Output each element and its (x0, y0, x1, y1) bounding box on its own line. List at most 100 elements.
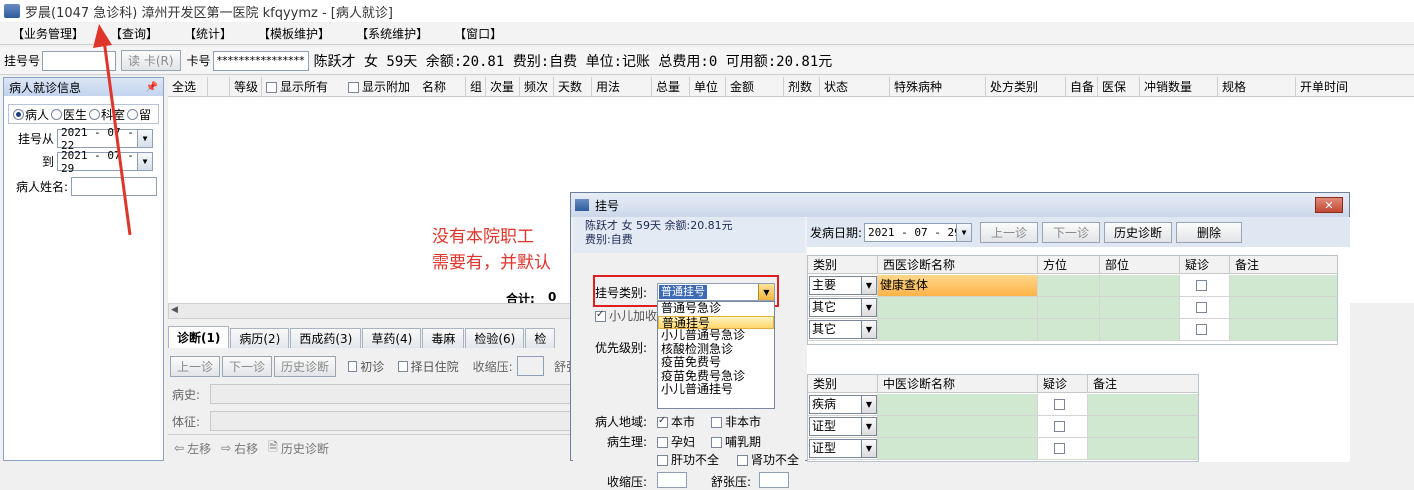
read-card-button[interactable]: 读 卡(R) (121, 50, 181, 71)
table-row[interactable]: 疾病 ▼ (808, 394, 1198, 416)
cd-cell-category[interactable]: 证型 ▼ (808, 438, 878, 460)
scroll-left-icon[interactable]: ◀ (171, 305, 178, 315)
menu-template[interactable]: 【模板维护】 (258, 25, 330, 42)
patient-name-input[interactable] (71, 177, 157, 196)
systolic-input[interactable] (516, 356, 544, 376)
pin-icon[interactable]: 📌 (146, 82, 158, 93)
menu-window[interactable]: 【窗口】 (454, 25, 502, 42)
arrow-right-icon[interactable]: ⇨ (221, 441, 231, 455)
bottom-history-button[interactable]: 历史诊断 (281, 440, 329, 457)
menu-business[interactable]: 【业务管理】 (12, 25, 84, 42)
wd-cell-name[interactable]: 健康查体 (878, 275, 1038, 297)
card-number-input[interactable]: **************** (212, 50, 309, 71)
child-extra-checkbox[interactable] (595, 309, 606, 322)
close-icon[interactable]: ✕ (1315, 197, 1343, 213)
cd-cell-category[interactable]: 疾病 ▼ (808, 394, 878, 416)
wd-cell-suspected[interactable] (1180, 319, 1230, 341)
chevron-down-icon[interactable]: ▼ (861, 299, 876, 316)
wd-cell-category[interactable]: 其它 ▼ (808, 297, 878, 319)
table-row[interactable]: 主要 ▼ 健康查体 (808, 275, 1337, 297)
wd-category-select[interactable]: 其它 ▼ (809, 298, 877, 317)
cd-cell-remark[interactable] (1088, 438, 1198, 460)
cd-cell-name[interactable] (878, 438, 1038, 460)
cd-cell-name[interactable] (878, 416, 1038, 438)
wd-cell-remark[interactable] (1230, 275, 1337, 297)
dialog-systolic-input[interactable] (657, 472, 687, 488)
wd-cell-position[interactable] (1038, 297, 1100, 319)
option-child-regular[interactable]: 小儿普通挂号 (658, 382, 774, 397)
cd-cell-name[interactable] (878, 394, 1038, 416)
history-doc-icon[interactable]: 🗎 (268, 438, 278, 459)
tab-herbal[interactable]: 草药(4) (362, 328, 422, 348)
cd-cell-category[interactable]: 证型 ▼ (808, 416, 878, 438)
wd-cell-remark[interactable] (1230, 297, 1337, 319)
table-row[interactable]: 证型 ▼ (808, 416, 1198, 438)
child-extra-toggle[interactable]: 小儿加收 (595, 307, 657, 324)
local-toggle[interactable]: 本市 (657, 413, 695, 430)
menu-query[interactable]: 【查询】 (110, 25, 158, 42)
lactation-toggle[interactable]: 哺乳期 (711, 433, 761, 450)
tab-diagnosis[interactable]: 诊断(1) (168, 326, 230, 348)
chevron-down-icon[interactable]: ▼ (956, 223, 972, 241)
cd-cell-suspected[interactable] (1038, 394, 1088, 416)
option-vaccine-free-emergency[interactable]: 疫苗免费号急诊 (658, 369, 774, 384)
tab-exam[interactable]: 检 (525, 328, 556, 348)
radio-stay[interactable] (127, 108, 139, 120)
dialog-delete-button[interactable]: 删除 (1176, 221, 1243, 243)
kidney-toggle[interactable]: 肾功不全 (737, 451, 799, 468)
pregnant-toggle[interactable]: 孕妇 (657, 433, 695, 450)
schedule-admission-checkbox[interactable] (398, 360, 408, 372)
sign-input[interactable] (210, 411, 578, 431)
onset-date-picker[interactable]: 2021 - 07 - 29 ▼ (864, 222, 973, 242)
arrow-left-icon[interactable]: ⇦ (174, 441, 184, 455)
from-date-picker[interactable]: 2021 - 07 - 22 ▼ (57, 126, 153, 152)
wd-cell-name[interactable] (878, 319, 1038, 341)
wd-cell-site[interactable] (1100, 275, 1180, 297)
move-right-button[interactable]: 右移 (234, 440, 258, 457)
cd-suspected-checkbox[interactable] (1054, 399, 1065, 410)
first-visit-checkbox[interactable] (348, 360, 358, 372)
cd-cell-remark[interactable] (1088, 394, 1198, 416)
col-select-all[interactable]: 全选 (168, 77, 208, 97)
option-regular[interactable]: 普通挂号 (658, 315, 774, 329)
menu-statistics[interactable]: 【统计】 (184, 25, 232, 42)
cd-category-select[interactable]: 证型 ▼ (809, 439, 877, 458)
pregnant-checkbox[interactable] (657, 437, 668, 448)
table-row[interactable]: 其它 ▼ (808, 319, 1337, 341)
wd-cell-remark[interactable] (1230, 319, 1337, 341)
cd-cell-remark[interactable] (1088, 416, 1198, 438)
chevron-down-icon[interactable]: ▼ (861, 277, 876, 294)
chevron-down-icon[interactable]: ▼ (137, 130, 152, 147)
nonlocal-checkbox[interactable] (711, 417, 722, 428)
reg-type-select[interactable]: 普通挂号 ▼ (657, 283, 775, 301)
to-date-picker[interactable]: 2021 - 07 - 29 ▼ (57, 149, 153, 175)
show-extra-checkbox[interactable] (348, 82, 359, 93)
radio-patient[interactable] (13, 108, 24, 120)
cd-suspected-checkbox[interactable] (1054, 443, 1065, 454)
menu-system[interactable]: 【系统维护】 (356, 25, 428, 42)
horizontal-scrollbar[interactable]: ◀ (168, 303, 578, 319)
radio-doctor[interactable] (51, 108, 63, 120)
chevron-down-icon[interactable]: ▼ (861, 396, 876, 413)
cd-category-select[interactable]: 疾病 ▼ (809, 395, 877, 414)
wd-category-select[interactable]: 其它 ▼ (809, 320, 877, 339)
dialog-prev-button[interactable]: 上一诊 (980, 221, 1039, 243)
wd-cell-category[interactable]: 主要 ▼ (808, 275, 878, 297)
move-left-button[interactable]: 左移 (187, 440, 211, 457)
wd-cell-site[interactable] (1100, 297, 1180, 319)
wd-cell-suspected[interactable] (1180, 297, 1230, 319)
tab-narcotics[interactable]: 毒麻 (422, 328, 465, 348)
cd-suspected-checkbox[interactable] (1054, 421, 1065, 432)
cd-category-select[interactable]: 证型 ▼ (809, 417, 877, 436)
option-regular-emergency[interactable]: 普通号急诊 (658, 301, 774, 316)
chevron-down-icon[interactable]: ▼ (861, 321, 876, 338)
wd-cell-position[interactable] (1038, 319, 1100, 341)
tab-lab[interactable]: 检验(6) (465, 328, 525, 348)
wd-cell-position[interactable] (1038, 275, 1100, 297)
radio-dept[interactable] (89, 108, 101, 120)
option-vaccine-free[interactable]: 疫苗免费号 (658, 355, 774, 370)
nonlocal-toggle[interactable]: 非本市 (711, 413, 761, 430)
dialog-diastolic-input[interactable] (759, 472, 789, 488)
liver-toggle[interactable]: 肝功不全 (657, 451, 719, 468)
prev-visit-button[interactable]: 上一诊 (170, 355, 221, 377)
